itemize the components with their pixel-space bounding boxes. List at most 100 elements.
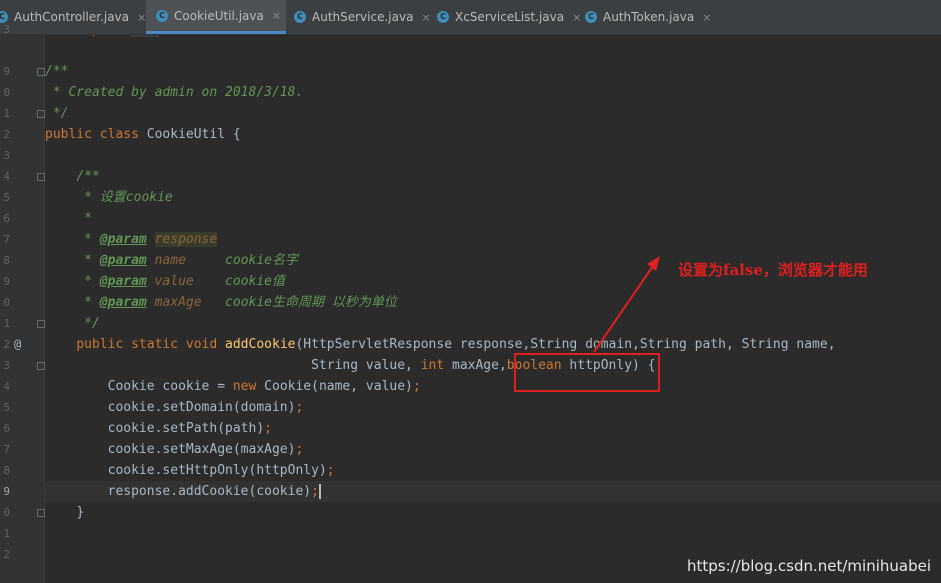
override-marker-icon[interactable]: @ [14, 334, 21, 355]
fold-toggle-icon[interactable] [37, 320, 45, 328]
code-line: /** [45, 166, 941, 187]
semicolon: ; [412, 379, 421, 394]
line-number: 3 [3, 149, 10, 162]
line-number: 4 [3, 380, 10, 393]
closing-brace: } [76, 505, 85, 520]
class-icon: C [585, 11, 597, 23]
close-icon[interactable]: × [272, 9, 281, 22]
fold-toggle-icon[interactable] [37, 173, 45, 181]
tab-authservice[interactable]: C AuthService.java × [286, 0, 431, 34]
code-line-class-decl: public class CookieUtil { [45, 124, 941, 145]
param-name: name [154, 253, 186, 268]
keyword: public [45, 127, 92, 142]
line-number: 5 [3, 401, 10, 414]
code-line: * 设置cookie [45, 187, 941, 208]
class-icon: C [294, 11, 306, 23]
line-number: 0 [3, 506, 10, 519]
param-tag: @param [99, 274, 147, 289]
signature-text: (HttpServletResponse response,String dom… [295, 337, 836, 352]
doc-comment: /** [45, 64, 69, 79]
code-line-method-signature-cont: String value, int maxAge,boolean httpOnl… [45, 355, 941, 376]
line-number: 2 [3, 338, 10, 351]
doc-comment: */ [45, 106, 69, 121]
code-line-method-signature: public static void addCookie(HttpServlet… [45, 334, 941, 355]
doc-comment: * 设置cookie [76, 190, 173, 205]
line-number: 0 [3, 86, 10, 99]
tab-label: AuthService.java [312, 10, 414, 24]
statement: cookie.setDomain(domain) [107, 400, 296, 415]
line-number: 1 [3, 317, 10, 330]
code-line: /** [45, 61, 941, 82]
param-name: maxAge [154, 295, 202, 310]
annotation-text: 设置为false，浏览器才能用 [678, 261, 868, 279]
close-icon[interactable]: × [702, 11, 711, 24]
semicolon: ; [264, 421, 272, 436]
code-editor[interactable]: import ... /** * Created by admin on 201… [45, 35, 941, 583]
statement: cookie.setPath(path) [107, 421, 265, 436]
signature-text: String value, [311, 358, 421, 373]
tab-cookieutil[interactable]: C CookieUtil.java × [146, 0, 286, 34]
class-icon: C [437, 11, 449, 23]
param-desc: cookie生命周期 以秒为单位 [225, 295, 397, 310]
semicolon: ; [326, 463, 335, 478]
code-line-current: response.addCookie(cookie); [45, 481, 941, 502]
code-line: */ [45, 313, 941, 334]
line-number: 5 [3, 191, 10, 204]
param-name: value [154, 274, 194, 289]
tab-label: AuthController.java [14, 10, 130, 24]
doc-comment: /** [76, 169, 100, 184]
class-name: CookieUtil { [146, 127, 241, 142]
annotation-highlight-box [514, 353, 660, 392]
line-number: 6 [3, 212, 10, 225]
code-line: * @param maxAge cookie生命周期 以秒为单位 [45, 292, 941, 313]
tab-xcservicelist[interactable]: C XcServiceList.java × [429, 0, 581, 34]
editor-tab-bar: C AuthController.java × C CookieUtil.jav… [0, 0, 941, 35]
code-line: cookie.setDomain(domain); [45, 397, 941, 418]
line-number: 7 [3, 233, 10, 246]
fold-toggle-icon[interactable] [37, 110, 45, 118]
method-name: addCookie [225, 337, 296, 352]
line-number: 2 [3, 128, 10, 141]
line-number: 4 [3, 170, 10, 183]
doc-comment: * [76, 295, 100, 310]
line-number: 0 [3, 296, 10, 309]
doc-comment: */ [76, 316, 100, 331]
param-desc: cookie值 [225, 274, 286, 289]
param-tag: @param [99, 232, 147, 247]
fold-toggle-icon[interactable] [37, 509, 45, 517]
semicolon: ; [295, 400, 304, 415]
keyword: new [232, 379, 257, 394]
param-name: response [154, 232, 218, 247]
code-line: * Created by admin on 2018/3/18. [45, 82, 941, 103]
fold-toggle-icon[interactable] [37, 362, 45, 370]
line-number: 8 [3, 254, 10, 267]
keyword: class [99, 127, 139, 142]
param-tag: @param [99, 295, 147, 310]
statement: cookie.setHttpOnly(httpOnly) [107, 463, 327, 478]
line-number: 9 [3, 65, 10, 78]
doc-comment: * [76, 274, 100, 289]
class-icon: C [156, 9, 168, 22]
tab-authtoken[interactable]: C AuthToken.java × [577, 0, 717, 34]
line-number: 2 [3, 548, 10, 561]
close-icon[interactable]: × [137, 11, 146, 24]
keyword: public static void [76, 337, 218, 352]
fold-toggle-icon[interactable] [37, 68, 45, 76]
line-number: 8 [3, 464, 10, 477]
tab-authcontroller[interactable]: C AuthController.java × [0, 0, 146, 34]
doc-comment: * [76, 232, 100, 247]
line-number: 3 [3, 359, 10, 372]
doc-comment: * [76, 211, 92, 226]
keyword: int [420, 358, 445, 373]
line-number-current: 9 [3, 485, 10, 498]
tab-label: CookieUtil.java [174, 8, 264, 23]
editor-gutter[interactable]: 3 9 0 1 2 3 4 5 6 7 8 9 0 1 2 3 4 5 6 7 … [0, 23, 45, 583]
folded-imports[interactable]: ... [131, 35, 159, 37]
statement: response.addCookie(cookie) [107, 484, 312, 499]
line-number: 3 [3, 23, 10, 36]
code-line: * @param response [45, 229, 941, 250]
tab-label: XcServiceList.java [455, 10, 565, 24]
ide-window: C AuthController.java × C CookieUtil.jav… [0, 0, 941, 583]
line-number: 7 [3, 443, 10, 456]
text-caret [318, 484, 321, 499]
